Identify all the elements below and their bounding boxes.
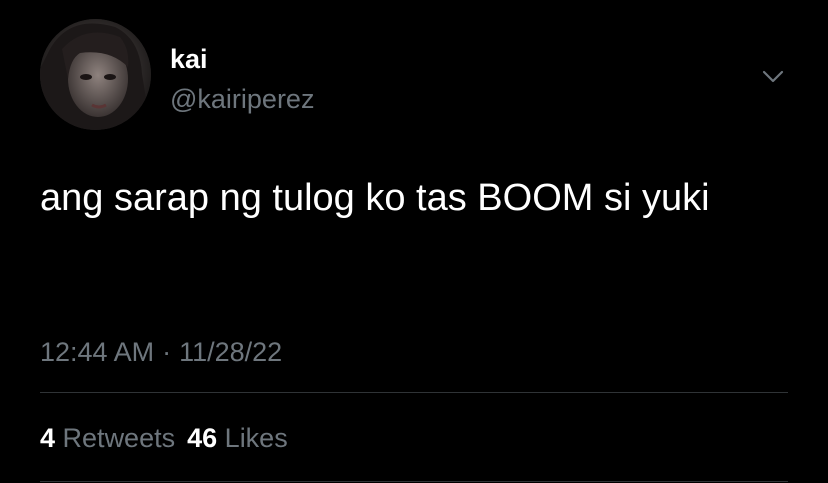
retweets-label: Retweets: [62, 423, 176, 453]
avatar[interactable]: [40, 19, 151, 130]
meta-separator: ·: [162, 337, 172, 367]
retweets-count: 4: [40, 423, 56, 453]
avatar-image: [40, 19, 151, 130]
retweets-link[interactable]: 4 Retweets: [40, 423, 175, 453]
chevron-down-icon[interactable]: [755, 62, 791, 92]
user-handle[interactable]: @kairiperez: [170, 82, 314, 116]
tweet-text: ang sarap ng tulog ko tas BOOM si yuki: [40, 177, 710, 219]
tweet-date: 11/28/22: [179, 337, 283, 367]
bottom-divider: [40, 481, 788, 482]
tweet-timestamp[interactable]: 12:44 AM · 11/28/22: [40, 334, 282, 370]
display-name[interactable]: kai: [170, 42, 208, 76]
likes-label: Likes: [224, 423, 288, 453]
engagement-stats: 4 Retweets 46 Likes: [40, 420, 288, 456]
likes-count: 46: [187, 423, 218, 453]
likes-link[interactable]: 46 Likes: [187, 423, 288, 453]
divider: [40, 392, 788, 393]
tweet-time: 12:44 AM: [40, 337, 155, 367]
tweet-card: kai @kairiperez ang sarap ng tulog ko ta…: [0, 0, 828, 483]
